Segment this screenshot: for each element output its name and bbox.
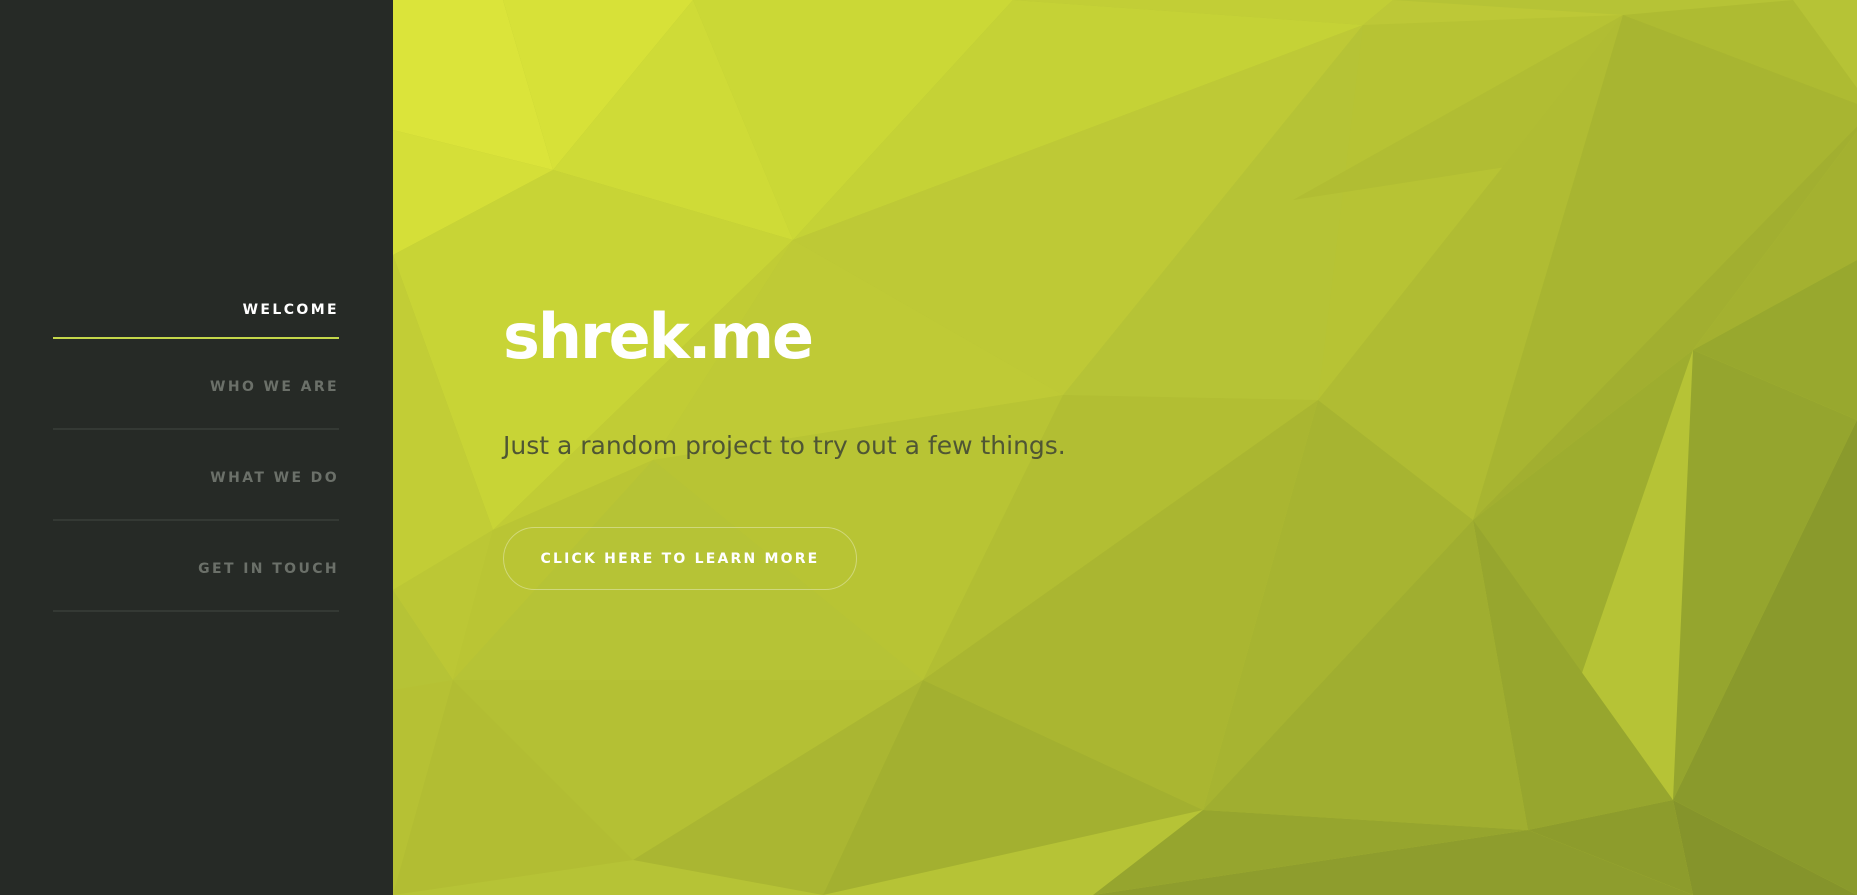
hero-section: shrek.me Just a random project to try ou… — [393, 0, 1857, 895]
nav-item-what-we-do[interactable]: WHAT WE DO — [53, 430, 339, 521]
nav-item-label: GET IN TOUCH — [198, 561, 339, 577]
hero-subtitle: Just a random project to try out a few t… — [503, 431, 1066, 460]
learn-more-button[interactable]: CLICK HERE TO LEARN MORE — [503, 527, 857, 590]
sidebar: WELCOME WHO WE ARE WHAT WE DO GET IN TOU… — [0, 0, 393, 895]
page-title: shrek.me — [503, 300, 814, 373]
nav-item-welcome[interactable]: WELCOME — [53, 292, 339, 339]
sidebar-nav: WELCOME WHO WE ARE WHAT WE DO GET IN TOU… — [53, 292, 339, 612]
nav-item-label: WELCOME — [242, 302, 339, 318]
nav-item-label: WHO WE ARE — [210, 379, 339, 395]
nav-item-get-in-touch[interactable]: GET IN TOUCH — [53, 521, 339, 612]
nav-item-who-we-are[interactable]: WHO WE ARE — [53, 339, 339, 430]
nav-item-label: WHAT WE DO — [210, 470, 339, 486]
